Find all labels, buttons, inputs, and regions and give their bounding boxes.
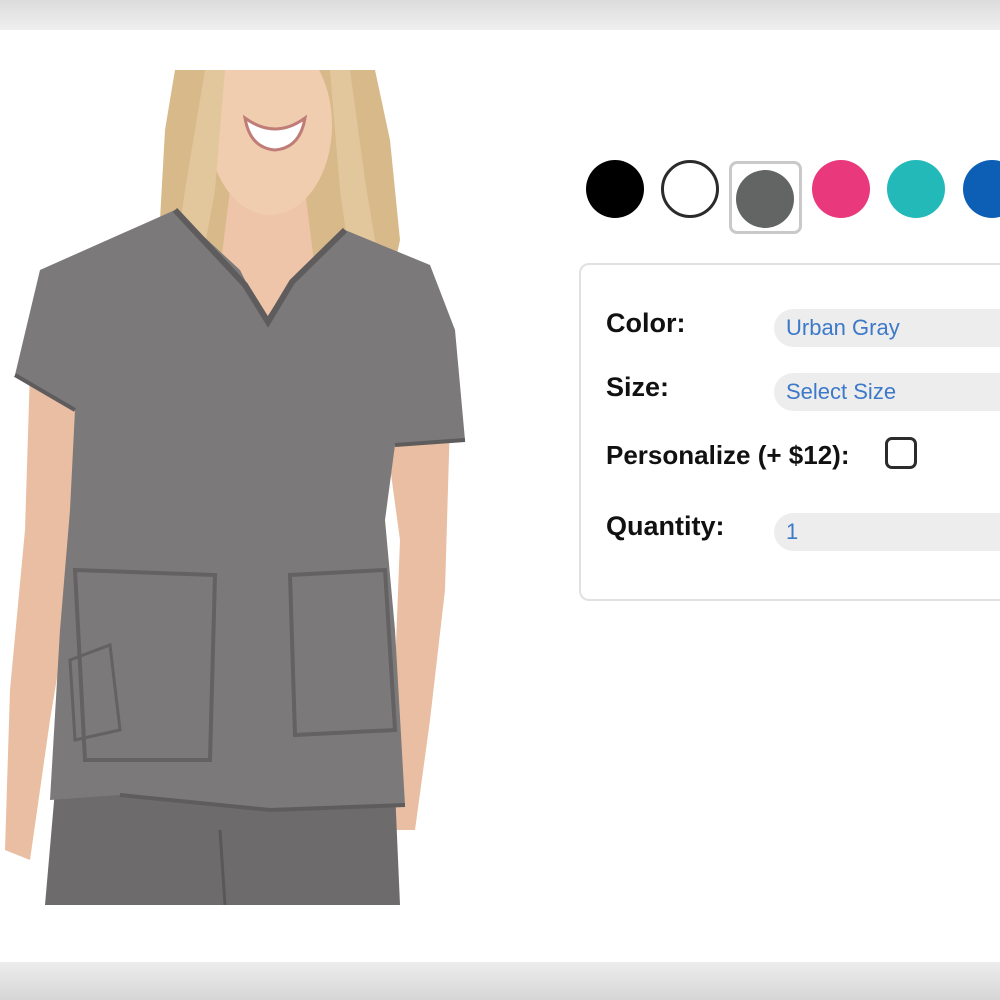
- quantity-input[interactable]: 1: [774, 513, 1000, 551]
- color-swatch-black[interactable]: [586, 160, 644, 218]
- size-select[interactable]: Select Size: [774, 373, 1000, 411]
- color-swatch-pink[interactable]: [812, 160, 870, 218]
- color-swatch-teal[interactable]: [887, 160, 945, 218]
- personalize-checkbox[interactable]: [885, 437, 917, 469]
- personalize-label: Personalize (+ $12):: [606, 440, 850, 470]
- bottom-band: [0, 962, 1000, 1000]
- size-label: Size:: [606, 372, 670, 402]
- quantity-label: Quantity:: [606, 511, 725, 541]
- color-swatch-blue[interactable]: [963, 160, 1000, 218]
- color-swatch-gray[interactable]: [736, 170, 794, 228]
- product-photo: [0, 70, 470, 905]
- top-band: [0, 0, 1000, 30]
- color-select[interactable]: Urban Gray: [774, 309, 1000, 347]
- color-label: Color:: [606, 308, 686, 338]
- color-swatch-white[interactable]: [661, 160, 719, 218]
